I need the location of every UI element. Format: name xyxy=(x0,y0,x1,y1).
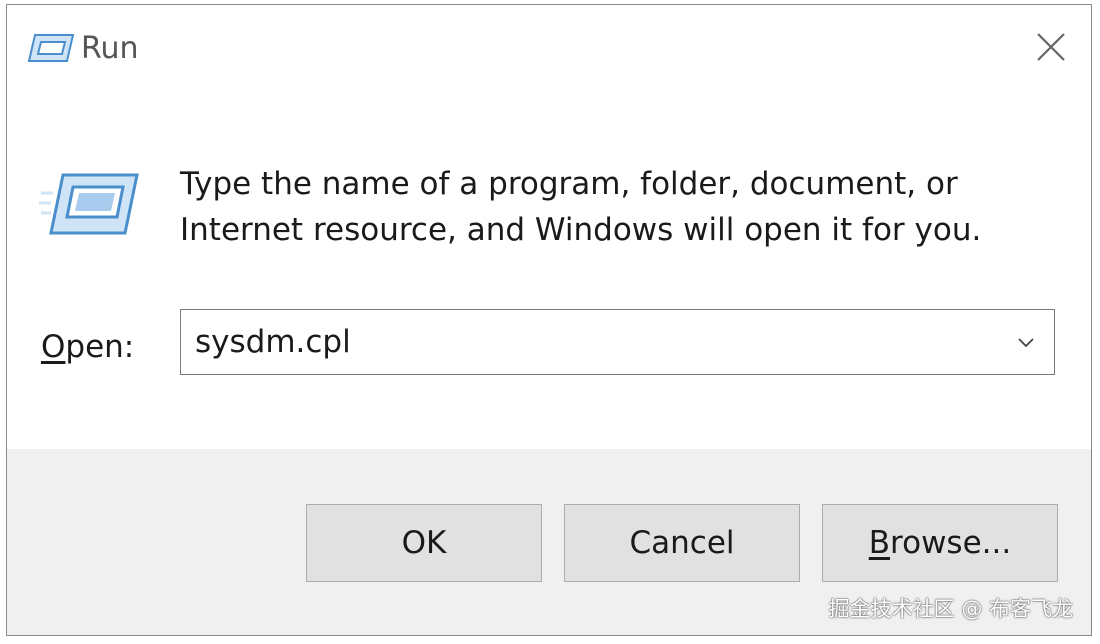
cancel-button-label: Cancel xyxy=(629,525,735,561)
open-combobox[interactable] xyxy=(180,309,1055,375)
run-dialog: Run Type the name of a program, folder, … xyxy=(6,4,1092,636)
open-label: Open: xyxy=(41,327,134,367)
close-icon xyxy=(1037,33,1065,61)
watermark: 掘金技术社区 @ 布客飞龙 xyxy=(828,597,1073,621)
open-label-text: pen: xyxy=(65,329,135,365)
close-button[interactable] xyxy=(1029,25,1073,69)
run-icon xyxy=(27,34,75,62)
button-bar: OK Cancel Browse... 掘金技术社区 @ 布客飞龙 xyxy=(7,449,1091,635)
open-label-mnemonic: O xyxy=(41,329,66,365)
browse-button-label: rowse... xyxy=(890,525,1012,561)
dialog-content: Type the name of a program, folder, docu… xyxy=(7,91,1091,449)
dropdown-button[interactable] xyxy=(1006,310,1046,374)
cancel-button[interactable]: Cancel xyxy=(564,504,800,582)
open-input[interactable] xyxy=(195,310,975,374)
title-bar: Run xyxy=(7,5,1091,91)
ok-button-label: OK xyxy=(401,525,447,561)
run-icon xyxy=(39,173,139,235)
dialog-description: Type the name of a program, folder, docu… xyxy=(180,161,1060,253)
browse-button[interactable]: Browse... xyxy=(822,504,1058,582)
description-line-1: Type the name of a program, folder, docu… xyxy=(180,166,958,202)
ok-button[interactable]: OK xyxy=(306,504,542,582)
window-title: Run xyxy=(81,31,139,66)
description-line-2: Internet resource, and Windows will open… xyxy=(180,212,982,248)
chevron-down-icon xyxy=(1018,338,1034,348)
browse-button-mnemonic: B xyxy=(868,525,891,561)
